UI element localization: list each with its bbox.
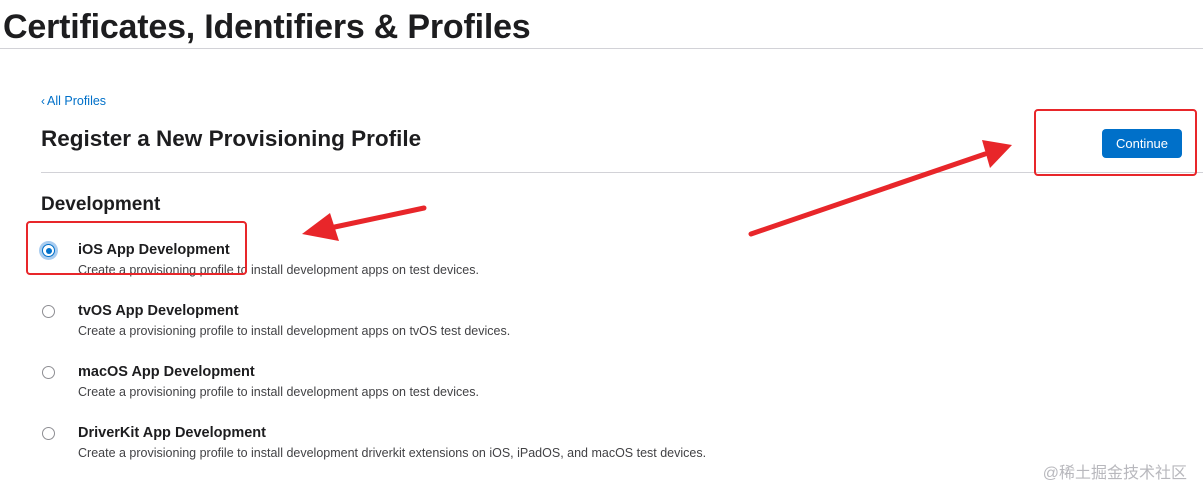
radio-driverkit-app-development[interactable] (42, 427, 55, 440)
radio-macos-app-development[interactable] (42, 366, 55, 379)
option-ios-app-development[interactable]: iOS App Development Create a provisionin… (40, 242, 840, 287)
option-tvos-app-development[interactable]: tvOS App Development Create a provisioni… (40, 303, 840, 348)
form-title: Register a New Provisioning Profile (41, 126, 422, 151)
back-link-label: All Profiles (47, 94, 107, 108)
title-divider (0, 48, 1203, 49)
arrow-to-ios-option (302, 205, 427, 241)
option-label: DriverKit App Development (78, 425, 266, 441)
section-title-development: Development (41, 194, 161, 215)
radio-tvos-app-development[interactable] (42, 305, 55, 318)
option-label: macOS App Development (78, 364, 255, 380)
option-description: Create a provisioning profile to install… (78, 385, 479, 399)
page-title: Certificates, Identifiers & Profiles (3, 8, 531, 46)
header-divider (41, 172, 1203, 173)
back-link-all-profiles[interactable]: ‹ All Profiles (41, 94, 106, 108)
option-macos-app-development[interactable]: macOS App Development Create a provision… (40, 364, 840, 409)
continue-button[interactable]: Continue (1102, 129, 1182, 158)
arrow-to-continue (748, 140, 1012, 237)
chevron-left-icon: ‹ (41, 94, 45, 108)
option-description: Create a provisioning profile to install… (78, 324, 511, 338)
option-description: Create a provisioning profile to install… (78, 263, 479, 277)
option-description: Create a provisioning profile to install… (78, 446, 707, 460)
radio-ios-app-development[interactable] (42, 244, 55, 257)
option-driverkit-app-development[interactable]: DriverKit App Development Create a provi… (40, 425, 840, 470)
option-label: tvOS App Development (78, 303, 239, 319)
watermark: @稀土掘金技术社区 (1042, 465, 1187, 482)
option-label: iOS App Development (78, 242, 230, 258)
